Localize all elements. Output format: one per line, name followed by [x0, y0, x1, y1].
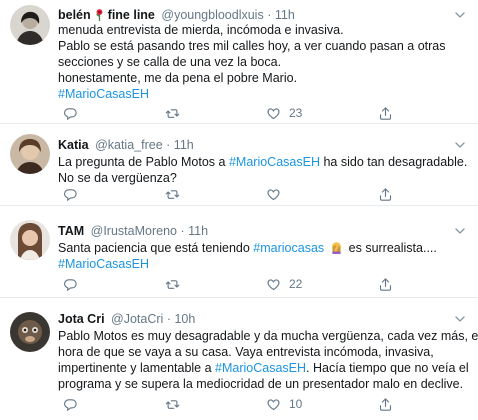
reply-button[interactable] — [63, 275, 78, 293]
tweet-line: Pablo se está pasando tres mil calles ho… — [58, 39, 446, 53]
separator-dot: · — [180, 224, 185, 238]
timestamp[interactable]: 11h — [188, 224, 208, 238]
tweet-text: La pregunta de Pablo Motos a #MarioCasas… — [58, 154, 468, 186]
like-count: 10 — [289, 397, 303, 411]
avatar[interactable] — [10, 134, 50, 174]
like-button[interactable] — [266, 185, 281, 203]
tweet-actions: 23 — [58, 104, 438, 122]
display-name[interactable]: Katia — [58, 138, 89, 152]
tweet-text-part: impertinente y lamentable a — [58, 361, 216, 375]
separator-dot: · — [166, 138, 171, 152]
user-handle[interactable]: @JotaCri — [111, 312, 163, 326]
retweet-icon — [165, 106, 180, 121]
share-icon — [378, 277, 393, 292]
share-icon — [378, 187, 393, 202]
hashtag-link[interactable]: #MarioCasasEH — [215, 361, 306, 375]
share-button[interactable] — [378, 185, 393, 203]
reply-button[interactable] — [63, 104, 78, 122]
separator-dot: · — [267, 8, 272, 22]
tweet-text-part: . Hacía tiempo que no veía el — [306, 361, 469, 375]
user-handle[interactable]: @IrustaMoreno — [91, 224, 177, 238]
retweet-button[interactable] — [165, 104, 180, 122]
avatar[interactable] — [10, 312, 50, 352]
tweet-line: No se da vergüenza? — [58, 171, 177, 185]
chevron-down-icon[interactable] — [452, 7, 468, 23]
retweet-icon — [165, 277, 180, 292]
share-icon — [378, 397, 393, 412]
retweet-icon — [165, 397, 180, 412]
hashtag-link[interactable]: #MarioCasasEH — [58, 257, 149, 271]
display-name[interactable]: Jota Cri — [58, 312, 105, 326]
hashtag-link[interactable]: #MarioCasasEH — [229, 155, 320, 169]
timestamp[interactable]: 11h — [275, 8, 295, 22]
tweet-header: Katia @katia_free · 11h — [58, 136, 468, 154]
tweet-text-part: Santa paciencia que está teniendo — [58, 241, 254, 255]
share-icon — [378, 106, 393, 121]
heart-icon — [266, 397, 281, 412]
tweet-text-part: La pregunta de Pablo Motos a — [58, 155, 229, 169]
tweet-header: Jota Cri @JotaCri · 10h — [58, 310, 468, 328]
tweet-text-part: es surrealista.... — [345, 241, 437, 255]
retweet-icon — [165, 187, 180, 202]
display-name[interactable]: TAM — [58, 224, 84, 238]
chevron-down-icon[interactable] — [452, 311, 468, 327]
tweet-actions: 10 — [58, 395, 438, 413]
tweet-header: TAM @IrustaMoreno · 11h — [58, 222, 468, 240]
share-button[interactable] — [378, 275, 393, 293]
heart-icon — [266, 277, 281, 292]
retweet-button[interactable] — [165, 275, 180, 293]
tweet-actions: 22 — [58, 275, 438, 293]
chevron-down-icon[interactable] — [452, 137, 468, 153]
tweet-feed: belén fine line @youngbloodlxuis · 11h me… — [0, 0, 478, 420]
hashtag-link[interactable]: #mariocasas — [253, 241, 324, 255]
separator-dot: · — [166, 312, 171, 326]
avatar[interactable] — [10, 5, 50, 45]
user-handle[interactable]: @katia_free — [95, 138, 163, 152]
retweet-button[interactable] — [165, 395, 180, 413]
hashtag-link[interactable]: #MarioCasasEH — [58, 87, 149, 101]
display-name[interactable]: belén — [58, 8, 91, 22]
reply-icon — [63, 397, 78, 412]
reply-icon — [63, 106, 78, 121]
facepalm-emoji-icon — [332, 242, 342, 254]
tweet-line: honestamente, me da pena el pobre Mario. — [58, 71, 298, 85]
tweet-text: menuda entrevista de mierda, incómoda e … — [58, 22, 466, 102]
tweet-text: Pablo Motos es muy desagradable y da muc… — [58, 328, 478, 392]
heart-icon — [266, 187, 281, 202]
share-button[interactable] — [378, 395, 393, 413]
display-name-suffix[interactable]: fine line — [108, 8, 155, 22]
tweet[interactable]: Katia @katia_free · 11h La pregunta de P… — [0, 124, 478, 206]
like-button[interactable]: 23 — [266, 104, 302, 122]
reply-button[interactable] — [63, 395, 78, 413]
like-button[interactable]: 22 — [266, 275, 302, 293]
reply-button[interactable] — [63, 185, 78, 203]
heart-icon — [266, 106, 281, 121]
rose-emoji-icon — [95, 9, 103, 21]
tweet[interactable]: belén fine line @youngbloodlxuis · 11h me… — [0, 0, 478, 124]
timestamp[interactable]: 10h — [174, 312, 195, 326]
reply-icon — [63, 187, 78, 202]
chevron-down-icon[interactable] — [452, 223, 468, 239]
like-count: 23 — [289, 106, 303, 120]
timestamp[interactable]: 11h — [174, 138, 194, 152]
reply-icon — [63, 277, 78, 292]
tweet-text: Santa paciencia que está teniendo #mario… — [58, 240, 466, 272]
user-handle[interactable]: @youngbloodlxuis — [161, 8, 263, 22]
like-button[interactable]: 10 — [266, 395, 302, 413]
tweet-line: programa y se supera la mediocridad de u… — [58, 377, 464, 391]
tweet-actions — [58, 185, 438, 203]
like-count: 22 — [289, 277, 303, 291]
retweet-button[interactable] — [165, 185, 180, 203]
share-button[interactable] — [378, 104, 393, 122]
tweet-line: Pablo Motos es muy desagradable y da muc… — [58, 329, 478, 343]
tweet-line: menuda entrevista de mierda, incómoda e … — [58, 23, 344, 37]
tweet-line: hora de que se vaya a su casa. Vaya entr… — [58, 345, 434, 359]
tweet[interactable]: TAM @IrustaMoreno · 11h Santa paciencia … — [0, 206, 478, 298]
tweet[interactable]: Jota Cri @JotaCri · 10h Pablo Motos es m… — [0, 298, 478, 420]
tweet-text-part: ha sido tan desagradable. — [319, 155, 468, 169]
avatar[interactable] — [10, 220, 50, 260]
tweet-line: secciones y se calla de una vez la boca. — [58, 55, 282, 69]
